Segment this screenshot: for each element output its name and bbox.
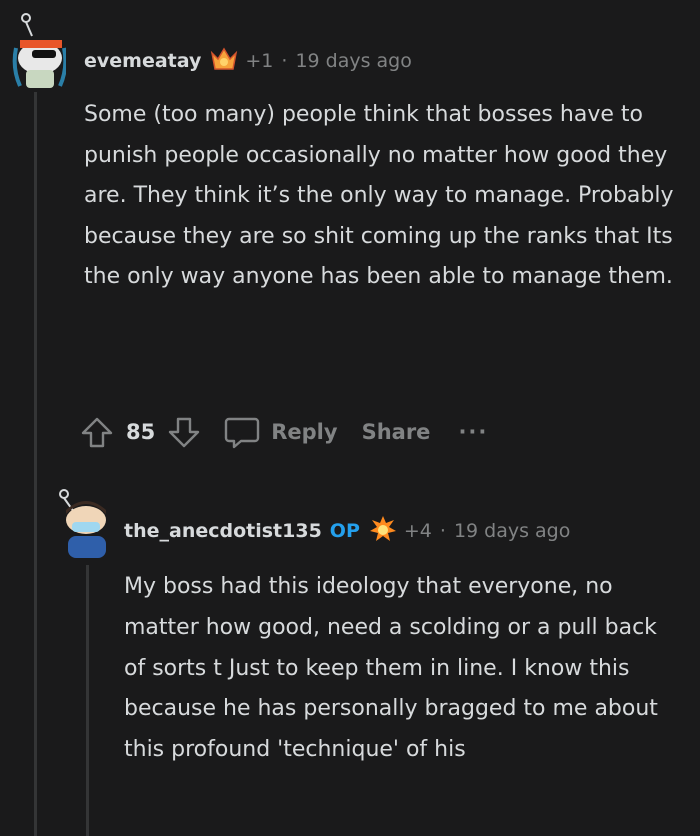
upvote-button[interactable]	[80, 415, 114, 449]
comment-body: Some (too many) people think that bosses…	[84, 95, 684, 298]
separator: ·	[281, 50, 288, 72]
downvote-button[interactable]	[167, 415, 201, 449]
comment-bubble-icon	[225, 417, 260, 449]
snoo-avatar-icon	[59, 489, 106, 558]
op-badge: OP	[329, 520, 360, 542]
comment-meta: evemeatay +1 · 19 days ago	[84, 46, 412, 76]
vote-score: 85	[126, 420, 156, 444]
comment-text: Some (too many) people think that bosses…	[84, 102, 674, 289]
reply-button[interactable]: Reply	[223, 415, 338, 449]
share-button[interactable]: Share	[362, 420, 431, 444]
comment-actions: 85 Reply Share ···	[80, 414, 488, 450]
comment-meta: the_anecdotist135 OP +4 · 19 days ago	[124, 514, 570, 549]
timestamp[interactable]: 19 days ago	[295, 50, 411, 72]
more-options-button[interactable]: ···	[458, 420, 488, 444]
timestamp[interactable]: 19 days ago	[454, 520, 570, 542]
separator: ·	[439, 520, 446, 542]
crown-award-icon[interactable]	[209, 45, 239, 78]
award-count: +4	[403, 520, 432, 542]
avatar[interactable]	[10, 8, 66, 92]
fire-burst-award-icon[interactable]	[368, 514, 398, 549]
reply-label: Reply	[271, 420, 338, 444]
username[interactable]: the_anecdotist135	[124, 520, 322, 542]
snoo-avatar-icon	[12, 13, 66, 88]
comment-text: My boss had this ideology that everyone,…	[124, 574, 658, 763]
comment-body: My boss had this ideology that everyone,…	[124, 567, 672, 771]
thread-line-reply[interactable]	[86, 565, 89, 836]
thread-line-main[interactable]	[34, 92, 37, 836]
avatar[interactable]	[54, 486, 114, 560]
username[interactable]: evemeatay	[84, 50, 201, 72]
award-count: +1	[245, 50, 274, 72]
upvote-icon	[81, 417, 113, 448]
downvote-icon	[169, 417, 200, 448]
